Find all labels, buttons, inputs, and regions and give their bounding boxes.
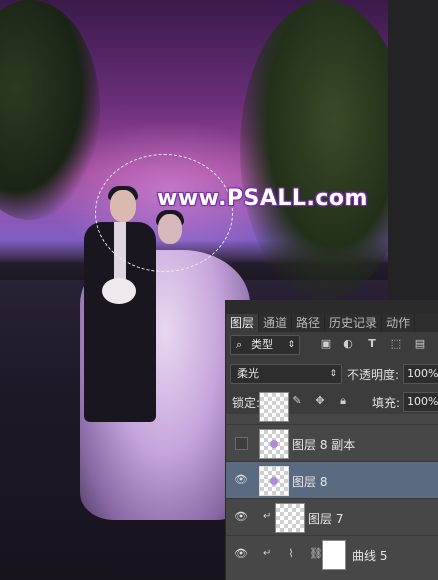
lock-position-icon[interactable]: ✥ [314, 395, 326, 407]
layer-thumbnail [259, 429, 289, 459]
visibility-toggle-off[interactable] [235, 437, 248, 450]
layer-thumbnail [259, 392, 289, 422]
opacity-input[interactable]: 100% [403, 364, 438, 384]
eye-icon[interactable]: 👁︎ [234, 548, 248, 560]
layers-panel: 图层 通道 路径 历史记录 动作 ⌕ 类型 ⇕ ▣ ◐ T ⬚ ▤ 柔光 ⇕ 不… [225, 300, 438, 580]
tab-channels[interactable]: 通道 [259, 314, 293, 332]
bouquet [102, 278, 136, 304]
tab-actions[interactable]: 动作 [382, 314, 416, 332]
smart-object-filter-icon[interactable]: ▤ [414, 338, 426, 350]
right-tree [240, 0, 410, 300]
layer-row[interactable]: 图层 8 副本 [226, 424, 438, 462]
type-filter-icon[interactable]: T [366, 338, 378, 350]
blend-row: 柔光 ⇕ 不透明度: 100% [226, 362, 438, 386]
layer-row-selected[interactable]: 👁︎ 图层 8 [226, 461, 438, 499]
blend-mode-value: 柔光 [237, 367, 259, 380]
link-chain-icon[interactable]: ⛓︎ [309, 547, 323, 560]
lock-all-icon[interactable]: 🔒︎ [337, 395, 349, 407]
layer-name[interactable]: 图层 8 [292, 473, 327, 490]
image-filter-icon[interactable]: ▣ [320, 338, 332, 350]
layer-filter-select[interactable]: ⌕ 类型 ⇕ [230, 335, 300, 355]
updown-arrow-icon: ⇕ [329, 369, 337, 379]
clipping-mask-icon: ↵ [263, 548, 272, 559]
tab-layers[interactable]: 图层 [226, 314, 260, 332]
layer-thumbnail [259, 466, 289, 496]
layer-name[interactable]: 图层 8 副本 [292, 436, 355, 453]
clipping-mask-icon: ↵ [263, 511, 272, 522]
layer-filter-row: ⌕ 类型 ⇕ ▣ ◐ T ⬚ ▤ [226, 332, 438, 358]
layer-row-partial[interactable] [226, 392, 438, 424]
watermark-text: www.PSALL.com [157, 186, 368, 211]
eye-icon[interactable]: 👁︎ [234, 474, 248, 486]
elliptical-selection-marquee[interactable] [95, 154, 233, 272]
layer-thumbnail [275, 503, 305, 533]
panel-tabs: 图层 通道 路径 历史记录 动作 [226, 314, 438, 332]
eye-icon[interactable]: 👁︎ [234, 511, 248, 523]
layers-list: 图层 8 副本 👁︎ 图层 8 👁︎ ↵ 图层 7 👁︎ ↵ ⌇ ⛓︎ 曲线 5 [226, 392, 438, 580]
layer-name[interactable]: 曲线 5 [352, 547, 387, 564]
panel-title-bar[interactable] [226, 300, 438, 314]
lock-label: 锁定: [232, 396, 261, 410]
search-icon: ⌕ [236, 338, 243, 351]
tab-paths[interactable]: 路径 [292, 314, 326, 332]
fill-label: 填充: [372, 396, 401, 410]
adjustment-filter-icon[interactable]: ◐ [342, 338, 354, 350]
opacity-label: 不透明度: [347, 368, 400, 382]
filter-type-label: 类型 [251, 338, 273, 351]
layer-row[interactable]: 👁︎ ↵ 图层 7 [226, 498, 438, 536]
layer-name[interactable]: 图层 7 [308, 510, 343, 527]
lock-row: 锁定: ▦ ✎ ✥ 🔒︎ 填充: 100% [226, 390, 438, 414]
layer-row[interactable]: 👁︎ ↵ ⌇ ⛓︎ 曲线 5 [226, 535, 438, 573]
lock-image-icon[interactable]: ✎ [291, 395, 303, 407]
shape-filter-icon[interactable]: ⬚ [390, 338, 402, 350]
layer-mask-thumbnail[interactable] [322, 540, 346, 570]
fill-input[interactable]: 100% [403, 392, 438, 412]
curves-icon: ⌇ [288, 547, 294, 560]
tab-history[interactable]: 历史记录 [325, 314, 383, 332]
updown-arrow-icon: ⇕ [287, 340, 295, 350]
blend-mode-select[interactable]: 柔光 ⇕ [230, 364, 342, 384]
